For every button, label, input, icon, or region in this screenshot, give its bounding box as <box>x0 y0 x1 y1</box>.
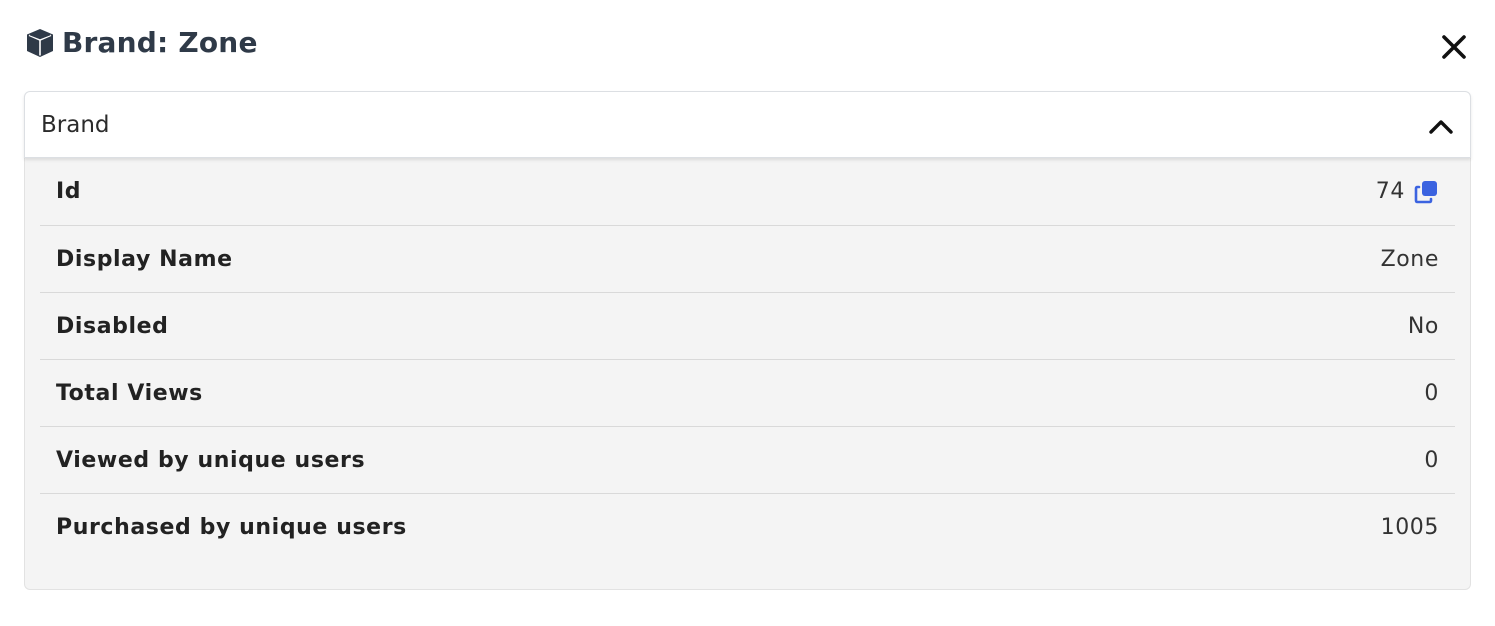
page-title: Brand: Zone <box>62 26 258 59</box>
detail-row-disabled: Disabled No <box>40 293 1455 360</box>
row-value: 74 <box>1376 179 1439 205</box>
row-label: Purchased by unique users <box>56 515 407 540</box>
row-label: Display Name <box>56 246 233 272</box>
row-value: 1005 <box>1380 515 1439 540</box>
row-label: Id <box>56 179 82 204</box>
row-value: No <box>1407 313 1439 339</box>
row-value: Zone <box>1380 246 1439 272</box>
title-group: Brand: Zone <box>24 26 258 59</box>
row-label: Viewed by unique users <box>56 447 366 473</box>
id-value: 74 <box>1375 179 1405 204</box>
row-value: 0 <box>1424 447 1439 473</box>
detail-row-display-name: Display Name Zone <box>40 226 1455 293</box>
detail-row-id: Id 74 <box>40 158 1455 226</box>
chevron-up-icon[interactable] <box>1426 114 1456 138</box>
row-label: Disabled <box>56 313 169 339</box>
close-button[interactable] <box>1437 30 1471 64</box>
row-label: Total Views <box>56 380 203 406</box>
accordion-body: Id 74 Display Name Zone Disabled No Tota… <box>24 158 1471 590</box>
brand-accordion: Brand Id 74 Display Name Zone Disabled N… <box>24 91 1471 590</box>
brand-detail-modal: Brand: Zone Brand Id 74 Display Name Zon… <box>0 0 1495 626</box>
accordion-header-brand[interactable]: Brand <box>24 91 1471 158</box>
close-icon <box>1442 35 1466 59</box>
detail-row-viewed-unique: Viewed by unique users 0 <box>40 427 1455 494</box>
copy-icon[interactable] <box>1413 179 1439 205</box>
detail-row-total-views: Total Views 0 <box>40 360 1455 427</box>
detail-row-purchased-unique: Purchased by unique users 1005 <box>40 494 1455 561</box>
row-value: 0 <box>1424 380 1439 406</box>
modal-header: Brand: Zone <box>24 22 1471 66</box>
cube-icon <box>24 27 56 59</box>
accordion-title: Brand <box>41 112 110 138</box>
